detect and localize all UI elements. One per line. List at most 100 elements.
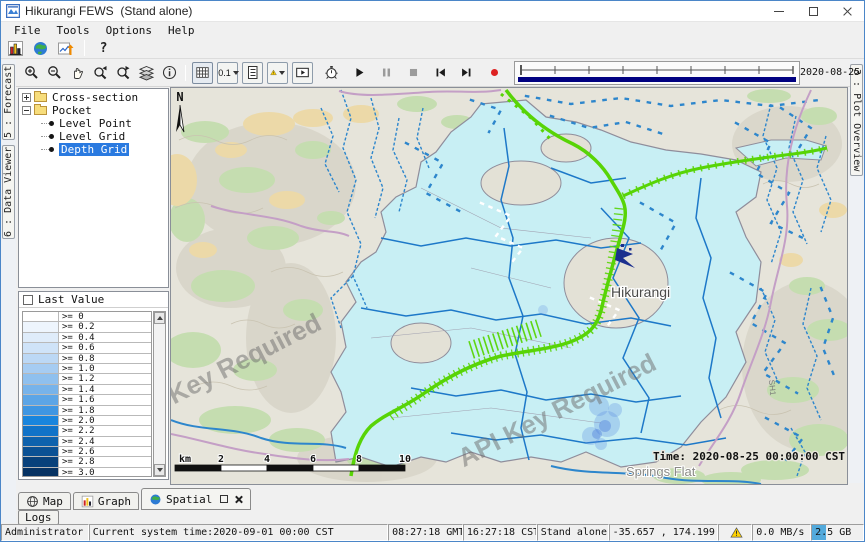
tree-connector [41,136,49,137]
tree-row: Pocket [19,104,168,117]
grid-icon [195,64,210,81]
status-local-time: 16:27:18 CST [463,524,537,541]
status-user: Administrator [1,524,89,541]
tab-map[interactable]: Map [18,492,71,510]
tab-maximize-icon[interactable] [220,495,228,503]
maximize-icon [809,7,818,16]
maximize-button[interactable] [796,1,830,21]
tree-item-level-grid[interactable]: Level Grid [59,130,125,143]
menu-options[interactable]: Options [99,24,159,37]
legend-scrollbar[interactable] [153,311,166,477]
warnings-button[interactable] [267,62,288,84]
movie-player-button[interactable] [292,62,313,84]
layers-icon [138,64,155,81]
stop-button[interactable] [403,62,424,84]
legend-label: >= 0 [59,312,84,321]
help-button[interactable]: ? [93,39,114,58]
close-button[interactable] [830,1,864,21]
info-button[interactable] [159,62,180,84]
data-display-button[interactable] [5,39,26,58]
zoom-in-icon [23,64,40,81]
expand-icon[interactable] [22,93,31,102]
legend-swatch [23,312,59,321]
legend-label: >= 0.2 [59,322,95,331]
legend-table: >= 0 >= 0.2 >= 0.4 >= 0.6 >= 0.8 >= 1.0 … [22,311,152,477]
status-warning-cell[interactable] [718,524,752,541]
timeseries-chart-button[interactable] [55,39,76,58]
skip-to-start-icon [433,65,448,80]
menu-tools[interactable]: Tools [50,24,97,37]
pan-button[interactable] [67,62,88,84]
last-value-checkbox[interactable] [23,295,33,305]
tab-spatial[interactable]: Spatial [141,488,251,510]
scroll-down-button[interactable] [154,464,165,476]
scale-tick: 6 [310,454,316,465]
legend-swatch [23,416,59,425]
timeline-slider[interactable] [514,61,800,85]
map-view[interactable]: API Key Required API Key Required Hikura… [170,87,848,485]
legend-panel: Last Value >= 0 >= 0.2 >= 0.4 >= 0.6 >= … [18,291,169,480]
status-gmt-time: 08:27:18 GMT [388,524,463,541]
zoom-out-button[interactable] [44,62,65,84]
zoom-next-button[interactable] [113,62,134,84]
legend-row: >= 3.0 [23,468,151,477]
legend-row: >= 1.8 [23,406,151,416]
layers-button[interactable] [136,62,157,84]
step-back-button[interactable] [430,62,451,84]
main-toolbar: ? [1,38,864,59]
legend-label: >= 0.8 [59,354,95,363]
collapse-icon[interactable] [22,106,31,115]
chart-arrow-icon [57,40,74,57]
play-button[interactable] [349,62,370,84]
tree-item-depth-grid[interactable]: Depth Grid [59,143,129,156]
legend-row: >= 1.6 [23,395,151,405]
map-legend-button[interactable] [242,62,263,84]
tab-data-viewer[interactable]: 6 : Data Viewer [2,145,15,239]
tab-close-icon[interactable] [234,495,243,504]
legend-row: >= 1.4 [23,385,151,395]
tree-item-level-point[interactable]: Level Point [59,117,132,130]
logs-tab[interactable]: Logs [18,510,59,525]
map-label-hikurangi: Hikurangi [611,284,670,300]
legend-swatch [23,426,59,435]
toolbar-separator [84,40,85,56]
zoom-previous-button[interactable] [90,62,111,84]
menu-help[interactable]: Help [161,24,202,37]
legend-row: >= 1.0 [23,364,151,374]
minimize-button[interactable] [762,1,796,21]
grid-toggle-button[interactable] [192,62,213,84]
legend-row: >= 2.6 [23,447,151,457]
map-display-button[interactable] [30,39,51,58]
status-bar: Administrator Current system time:2020-0… [1,524,864,541]
tab-graph[interactable]: Graph [73,492,139,510]
zoom-next-icon [115,64,132,81]
legend-label: >= 3.0 [59,468,95,477]
tree-item-pocket[interactable]: Pocket [52,104,92,117]
layers-tree-panel: Cross-section Pocket Level Point Level G… [18,88,169,288]
tree-row: Cross-section [19,91,168,104]
legend-swatch [23,374,59,383]
legend-label: >= 0.6 [59,343,95,352]
pause-button[interactable] [376,62,397,84]
map-canvas[interactable]: API Key Required API Key Required Hikura… [171,88,848,485]
step-forward-button[interactable] [456,62,477,84]
scroll-up-button[interactable] [154,312,165,324]
legend-row: >= 2.4 [23,437,151,447]
classification-scale-button[interactable]: 0.1 [217,62,238,84]
movie-play-icon [295,64,310,81]
north-label: N [176,90,183,104]
tree-item-cross-section[interactable]: Cross-section [52,91,138,104]
tab-forecast[interactable]: 5 : Forecast [2,64,15,140]
legend-row: >= 0 [23,312,151,322]
zoom-in-button[interactable] [21,62,42,84]
pause-icon [379,65,394,80]
tab-map-label: Map [43,495,63,508]
app-icon [6,4,20,18]
animation-settings-button[interactable] [321,62,342,84]
globe-icon [149,493,162,506]
record-button[interactable] [484,62,505,84]
tab-plot-overview[interactable]: 3 : Plot Overview [850,64,863,176]
legend-label: >= 2.2 [59,426,95,435]
menu-file[interactable]: File [7,24,48,37]
app-logo-icon [6,4,20,18]
